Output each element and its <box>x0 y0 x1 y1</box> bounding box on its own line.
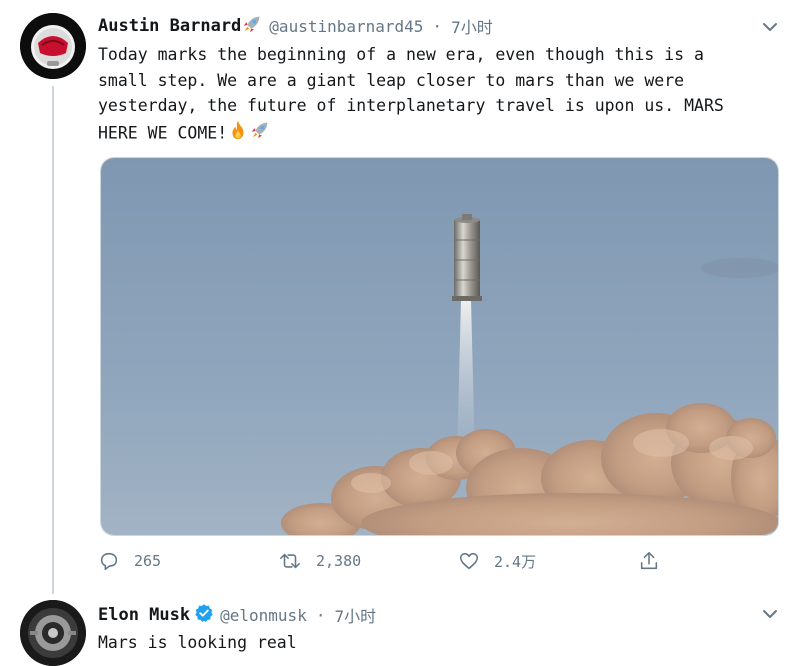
tweet-elon[interactable]: Elon Musk @elonmusk · 7小时 Mars is lookin… <box>0 598 800 666</box>
timestamp[interactable]: 7小时 <box>451 14 493 38</box>
tweet-header: Austin Barnard @austinbarnard45 · 7小时 <box>98 12 493 40</box>
retweet-icon <box>280 553 300 569</box>
reply-count: 265 <box>134 552 162 570</box>
display-name[interactable]: Austin Barnard <box>98 16 241 36</box>
avatar[interactable] <box>20 600 86 666</box>
reply-button[interactable]: 265 <box>98 546 161 576</box>
tweet-austin[interactable]: Austin Barnard @austinbarnard45 · 7小时 To… <box>0 0 800 600</box>
dragon-capsule-avatar-image <box>20 600 86 666</box>
tweet-body: Today marks the beginning of a new era, … <box>98 45 724 142</box>
handle[interactable]: @elonmusk <box>220 606 307 625</box>
rocket-icon <box>241 13 263 39</box>
like-button[interactable]: 2.4万 <box>458 546 536 576</box>
like-count: 2.4万 <box>494 552 537 571</box>
chevron-down-icon[interactable] <box>760 604 780 624</box>
reply-icon <box>100 552 118 571</box>
thread-line <box>52 86 54 594</box>
retweet-count: 2,380 <box>316 552 362 570</box>
verified-badge-icon <box>194 603 214 627</box>
share-button[interactable] <box>638 546 674 576</box>
separator-dot: · <box>315 605 326 625</box>
chevron-down-icon[interactable] <box>760 17 780 37</box>
tweet-media-photo[interactable] <box>100 157 779 536</box>
display-name[interactable]: Elon Musk <box>98 605 190 625</box>
timestamp[interactable]: 7小时 <box>334 603 376 627</box>
fire-icon <box>227 119 249 149</box>
handle[interactable]: @austinbarnard45 <box>269 17 423 36</box>
tweet-text: Mars is looking real <box>98 630 788 656</box>
rocket-icon <box>249 119 271 149</box>
tweet-header: Elon Musk @elonmusk · 7小时 <box>98 601 376 629</box>
heart-icon <box>459 552 479 570</box>
tweet-actions: 265 2,380 2.4万 <box>98 546 698 576</box>
tweet-text: Today marks the beginning of a new era, … <box>98 42 788 148</box>
separator-dot: · <box>432 16 443 36</box>
avatar[interactable] <box>20 13 86 79</box>
retweet-button[interactable]: 2,380 <box>278 546 361 576</box>
astronaut-avatar-image <box>20 13 86 79</box>
tweet-body: Mars is looking real <box>98 633 297 652</box>
starship-hop-photo <box>101 158 778 535</box>
share-icon <box>640 551 658 570</box>
